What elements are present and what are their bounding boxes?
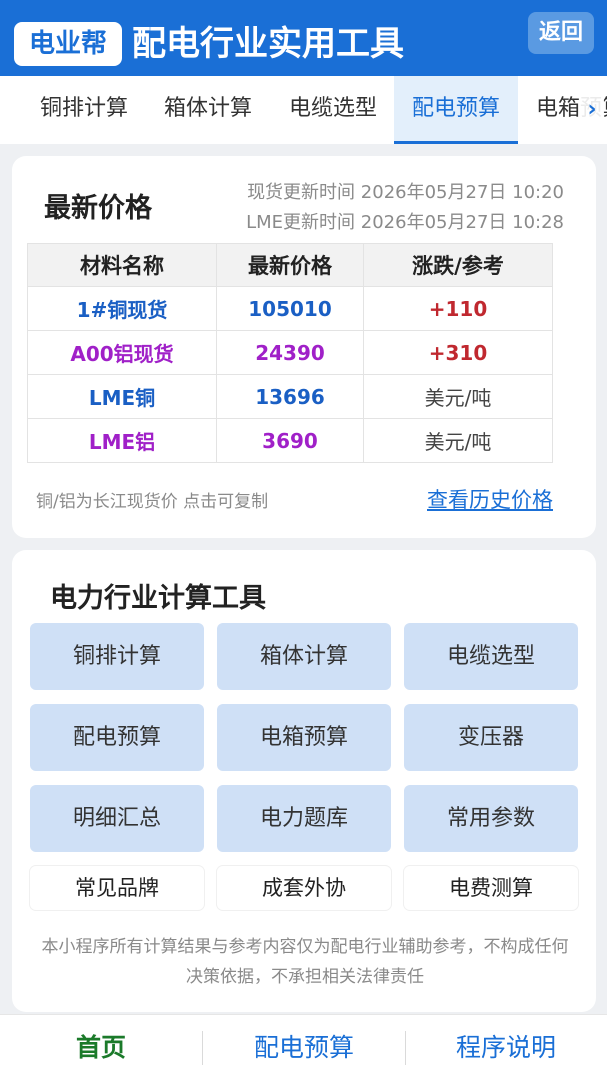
nav-distribution-budget[interactable]: 配电预算 — [203, 1015, 405, 1080]
history-price-link[interactable]: 查看历史价格 — [427, 484, 553, 514]
price-change: +310 — [363, 330, 553, 375]
price-table: 材料名称 最新价格 涨跌/参考 1#铜现货 105010 +110 A00铝现货… — [27, 243, 553, 463]
material-price[interactable]: 3690 — [216, 418, 364, 463]
column-header: 涨跌/参考 — [363, 243, 553, 287]
price-change: +110 — [363, 286, 553, 331]
table-row[interactable]: A00铝现货 24390 +310 — [27, 330, 553, 375]
tool-distribution-budget-button[interactable]: 配电预算 — [30, 704, 204, 771]
app-logo: 电业帮 — [14, 22, 122, 66]
material-name: LME铜 — [27, 374, 217, 419]
chevron-right-icon[interactable]: › — [580, 96, 604, 124]
material-name: A00铝现货 — [27, 330, 217, 375]
tool-question-bank-button[interactable]: 电力题库 — [217, 785, 391, 852]
app-header: 电业帮 配电行业实用工具 返回 — [0, 0, 607, 76]
nav-home[interactable]: 首页 — [0, 1015, 202, 1080]
lme-update-time: LME更新时间 2026年05月27日 10:28 — [246, 212, 564, 233]
back-button[interactable]: 返回 — [528, 12, 594, 54]
nav-program-info[interactable]: 程序说明 — [405, 1015, 607, 1080]
table-row[interactable]: LME铜 13696 美元/吨 — [27, 374, 553, 419]
spot-update-time: 现货更新时间 2026年05月27日 10:20 — [247, 182, 564, 203]
column-header: 最新价格 — [216, 243, 364, 287]
tool-copper-busbar-button[interactable]: 铜排计算 — [30, 623, 204, 690]
tool-outsourcing-button[interactable]: 成套外协 — [217, 866, 391, 910]
material-name: 1#铜现货 — [27, 286, 217, 331]
price-unit: 美元/吨 — [363, 374, 553, 419]
tool-electricity-fee-button[interactable]: 电费测算 — [404, 866, 578, 910]
disclaimer: 本小程序所有计算结果与参考内容仅为配电行业辅助参考，不构成任何决策依据，不承担相… — [41, 937, 569, 987]
tab-copper-busbar[interactable]: 铜排计算 — [14, 76, 154, 144]
tool-box-budget-button[interactable]: 电箱预算 — [217, 704, 391, 771]
material-price[interactable]: 105010 — [216, 286, 364, 331]
tool-enclosure-button[interactable]: 箱体计算 — [217, 623, 391, 690]
tools-card: 电力行业计算工具 铜排计算 箱体计算 电缆选型 配电预算 电箱预算 变压器 明细… — [12, 550, 596, 1012]
tool-summary-button[interactable]: 明细汇总 — [30, 785, 204, 852]
material-name: LME铝 — [27, 418, 217, 463]
tool-parameters-button[interactable]: 常用参数 — [404, 785, 578, 852]
app-title: 配电行业实用工具 — [132, 24, 404, 64]
bottom-nav: 首页 配电预算 程序说明 — [0, 1014, 607, 1080]
column-header: 材料名称 — [27, 243, 217, 287]
table-row[interactable]: LME铝 3690 美元/吨 — [27, 418, 553, 463]
tool-brands-button[interactable]: 常见品牌 — [30, 866, 204, 910]
table-header-row: 材料名称 最新价格 涨跌/参考 — [27, 243, 553, 287]
material-price[interactable]: 13696 — [216, 374, 364, 419]
tools-title: 电力行业计算工具 — [50, 583, 266, 614]
material-price[interactable]: 24390 — [216, 330, 364, 375]
tab-enclosure[interactable]: 箱体计算 — [140, 76, 276, 144]
tool-cable-selection-button[interactable]: 电缆选型 — [404, 623, 578, 690]
price-unit: 美元/吨 — [363, 418, 553, 463]
table-row[interactable]: 1#铜现货 105010 +110 — [27, 286, 553, 331]
tool-transformer-button[interactable]: 变压器 — [404, 704, 578, 771]
tool-tabs: 铜排计算 箱体计算 电缆选型 配电预算 电箱预算 › — [0, 76, 607, 144]
tab-distribution-budget[interactable]: 配电预算 — [394, 76, 518, 144]
price-title: 最新价格 — [44, 193, 152, 224]
price-card: 最新价格 现货更新时间 2026年05月27日 10:20 LME更新时间 20… — [12, 156, 596, 538]
price-note: 铜/铝为长江现货价 点击可复制 — [36, 492, 269, 512]
tab-cable-selection[interactable]: 电缆选型 — [264, 76, 402, 144]
